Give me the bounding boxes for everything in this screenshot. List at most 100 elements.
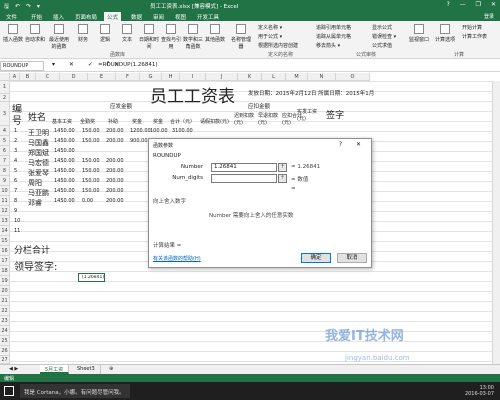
close-icon[interactable]: ✕ — [491, 1, 496, 8]
name-box[interactable]: ROUNDUP — [0, 61, 44, 71]
fulltime-bonus[interactable]: 0.00 — [82, 198, 93, 204]
employee-no[interactable]: 2 — [14, 138, 17, 144]
row-header[interactable]: 3 — [0, 102, 10, 126]
tab-file[interactable]: 文件 — [3, 12, 20, 21]
select-all-corner[interactable] — [0, 73, 10, 81]
column-header[interactable]: M — [286, 73, 308, 81]
allowance[interactable]: 900.00 — [130, 138, 148, 144]
lookup-button[interactable]: 查找与引用 — [160, 24, 182, 50]
employee-name[interactable]: 郑国斌 — [28, 148, 49, 158]
allowance[interactable]: 1200.00 — [130, 128, 151, 134]
formula-input[interactable]: =ROUNDUP(1.26841) — [98, 62, 158, 68]
add-sheet-icon[interactable]: ⊕ — [104, 365, 118, 374]
employee-no[interactable]: 1 — [14, 128, 17, 134]
vertical-scrollbar[interactable] — [492, 81, 500, 364]
column-header[interactable]: J — [206, 73, 238, 81]
row-header[interactable]: 24 — [0, 326, 10, 336]
row-header[interactable]: 16 — [0, 246, 10, 256]
fulltime-bonus[interactable]: 150.00 — [82, 188, 100, 194]
employee-no[interactable]: 7 — [14, 188, 17, 194]
subsidy[interactable]: 200.00 — [106, 128, 124, 134]
basic-salary[interactable]: 1450.00 — [54, 128, 75, 134]
restore-icon[interactable]: ❐ — [476, 1, 481, 8]
basic-salary[interactable]: 1450.00 — [54, 168, 75, 174]
row-header[interactable]: 27 — [0, 356, 10, 364]
row-header[interactable]: 22 — [0, 306, 10, 316]
column-header[interactable]: A — [10, 73, 20, 81]
row-header[interactable]: 20 — [0, 286, 10, 296]
help-icon[interactable]: ? — [447, 1, 450, 8]
row-header[interactable]: 7 — [0, 156, 10, 166]
row-header[interactable]: 8 — [0, 166, 10, 176]
row-header[interactable]: 6 — [0, 146, 10, 156]
window-controls[interactable]: ? — ❐ ✕ — [439, 1, 496, 8]
subsidy[interactable]: 200.00 — [106, 178, 124, 184]
employee-name[interactable]: 张爱琴 — [28, 168, 49, 178]
tab-page-layout[interactable]: 页面布局 — [72, 12, 100, 21]
employee-no[interactable]: 10 — [14, 218, 20, 224]
financial-button[interactable]: 财务 — [72, 24, 94, 43]
dialog-controls[interactable]: ? ✕ — [339, 141, 367, 148]
fulltime-bonus[interactable]: 150.00 — [82, 168, 100, 174]
login-link[interactable]: 登录 — [484, 13, 494, 20]
logical-button[interactable]: 逻辑 — [94, 24, 116, 43]
row-header[interactable]: 11 — [0, 196, 10, 206]
more-functions-button[interactable]: 其他函数 — [204, 24, 226, 43]
employee-name[interactable]: 周阳 — [28, 178, 42, 188]
employee-no[interactable]: 11 — [14, 228, 20, 234]
use-in-formula-button[interactable]: 用于公式 ▾ — [258, 33, 282, 40]
employee-no[interactable]: 9 — [14, 208, 17, 214]
row-header[interactable]: 5 — [0, 136, 10, 146]
tab-home[interactable]: 开始 — [28, 12, 45, 21]
column-header[interactable]: I — [180, 73, 206, 81]
employee-no[interactable]: 6 — [14, 178, 17, 184]
row-header[interactable]: 25 — [0, 336, 10, 346]
column-header[interactable]: C — [36, 73, 60, 81]
subsidy[interactable]: 200.00 — [106, 158, 124, 164]
row-header[interactable]: 2 — [0, 94, 10, 102]
row-header[interactable]: 9 — [0, 176, 10, 186]
row-header[interactable]: 12 — [0, 206, 10, 216]
recent-functions-button[interactable]: 最近使用的函数 — [48, 24, 70, 50]
subsidy[interactable]: 200.00 — [106, 198, 124, 204]
employee-no[interactable]: 8 — [14, 198, 17, 204]
row-header[interactable]: 18 — [0, 266, 10, 276]
define-name-button[interactable]: 定义名称 ▾ — [258, 24, 282, 31]
insert-function-button[interactable]: 插入函数 — [2, 24, 24, 43]
employee-name[interactable]: 王卫明 — [28, 128, 49, 138]
num-digits-input[interactable] — [211, 174, 277, 183]
calc-now-button[interactable]: 开始计算 — [462, 24, 482, 31]
row-header[interactable]: 1 — [0, 81, 10, 94]
employee-no[interactable]: 5 — [14, 168, 17, 174]
active-cell[interactable]: (1.26841) — [78, 273, 105, 282]
column-header[interactable]: B — [20, 73, 36, 81]
cancel-button[interactable]: 取消 — [337, 253, 367, 263]
row-header[interactable]: 15 — [0, 236, 10, 246]
windows-start-icon[interactable] — [4, 386, 14, 396]
row-header[interactable]: 21 — [0, 296, 10, 306]
employee-name[interactable]: 邓睿 — [28, 198, 42, 208]
minimize-icon[interactable]: — — [460, 1, 466, 8]
column-header[interactable]: F — [116, 73, 140, 81]
column-header[interactable]: K — [238, 73, 262, 81]
row-header[interactable]: 17 — [0, 256, 10, 266]
watch-window-button[interactable]: 监视窗口 — [408, 24, 430, 43]
employee-name[interactable]: 马国鑫 — [28, 138, 49, 148]
employee-name[interactable]: 马宏德 — [28, 158, 49, 168]
error-checking-button[interactable]: 错误检查 ▾ — [372, 33, 396, 40]
sheet-tab-sheet3[interactable]: Sheet3 — [72, 365, 101, 374]
basic-salary[interactable]: 1450.00 — [54, 148, 75, 154]
fulltime-bonus[interactable]: 150.00 — [82, 128, 100, 134]
bonus[interactable]: 100.00 — [150, 128, 168, 134]
fulltime-bonus[interactable]: 150.00 — [82, 158, 100, 164]
row-header[interactable]: 13 — [0, 216, 10, 226]
trace-precedents-button[interactable]: 追踪引用单元格 — [316, 24, 351, 31]
calc-sheet-button[interactable]: 计算工作表 — [462, 33, 487, 40]
row-header[interactable]: 4 — [0, 126, 10, 136]
basic-salary[interactable]: 1450.00 — [54, 188, 75, 194]
basic-salary[interactable]: 1450.00 — [54, 178, 75, 184]
row-header[interactable]: 23 — [0, 316, 10, 326]
calc-options-button[interactable]: 计算选项 — [434, 24, 456, 43]
employee-no[interactable]: 4 — [14, 158, 17, 164]
tab-data[interactable]: 数据 — [128, 12, 145, 21]
